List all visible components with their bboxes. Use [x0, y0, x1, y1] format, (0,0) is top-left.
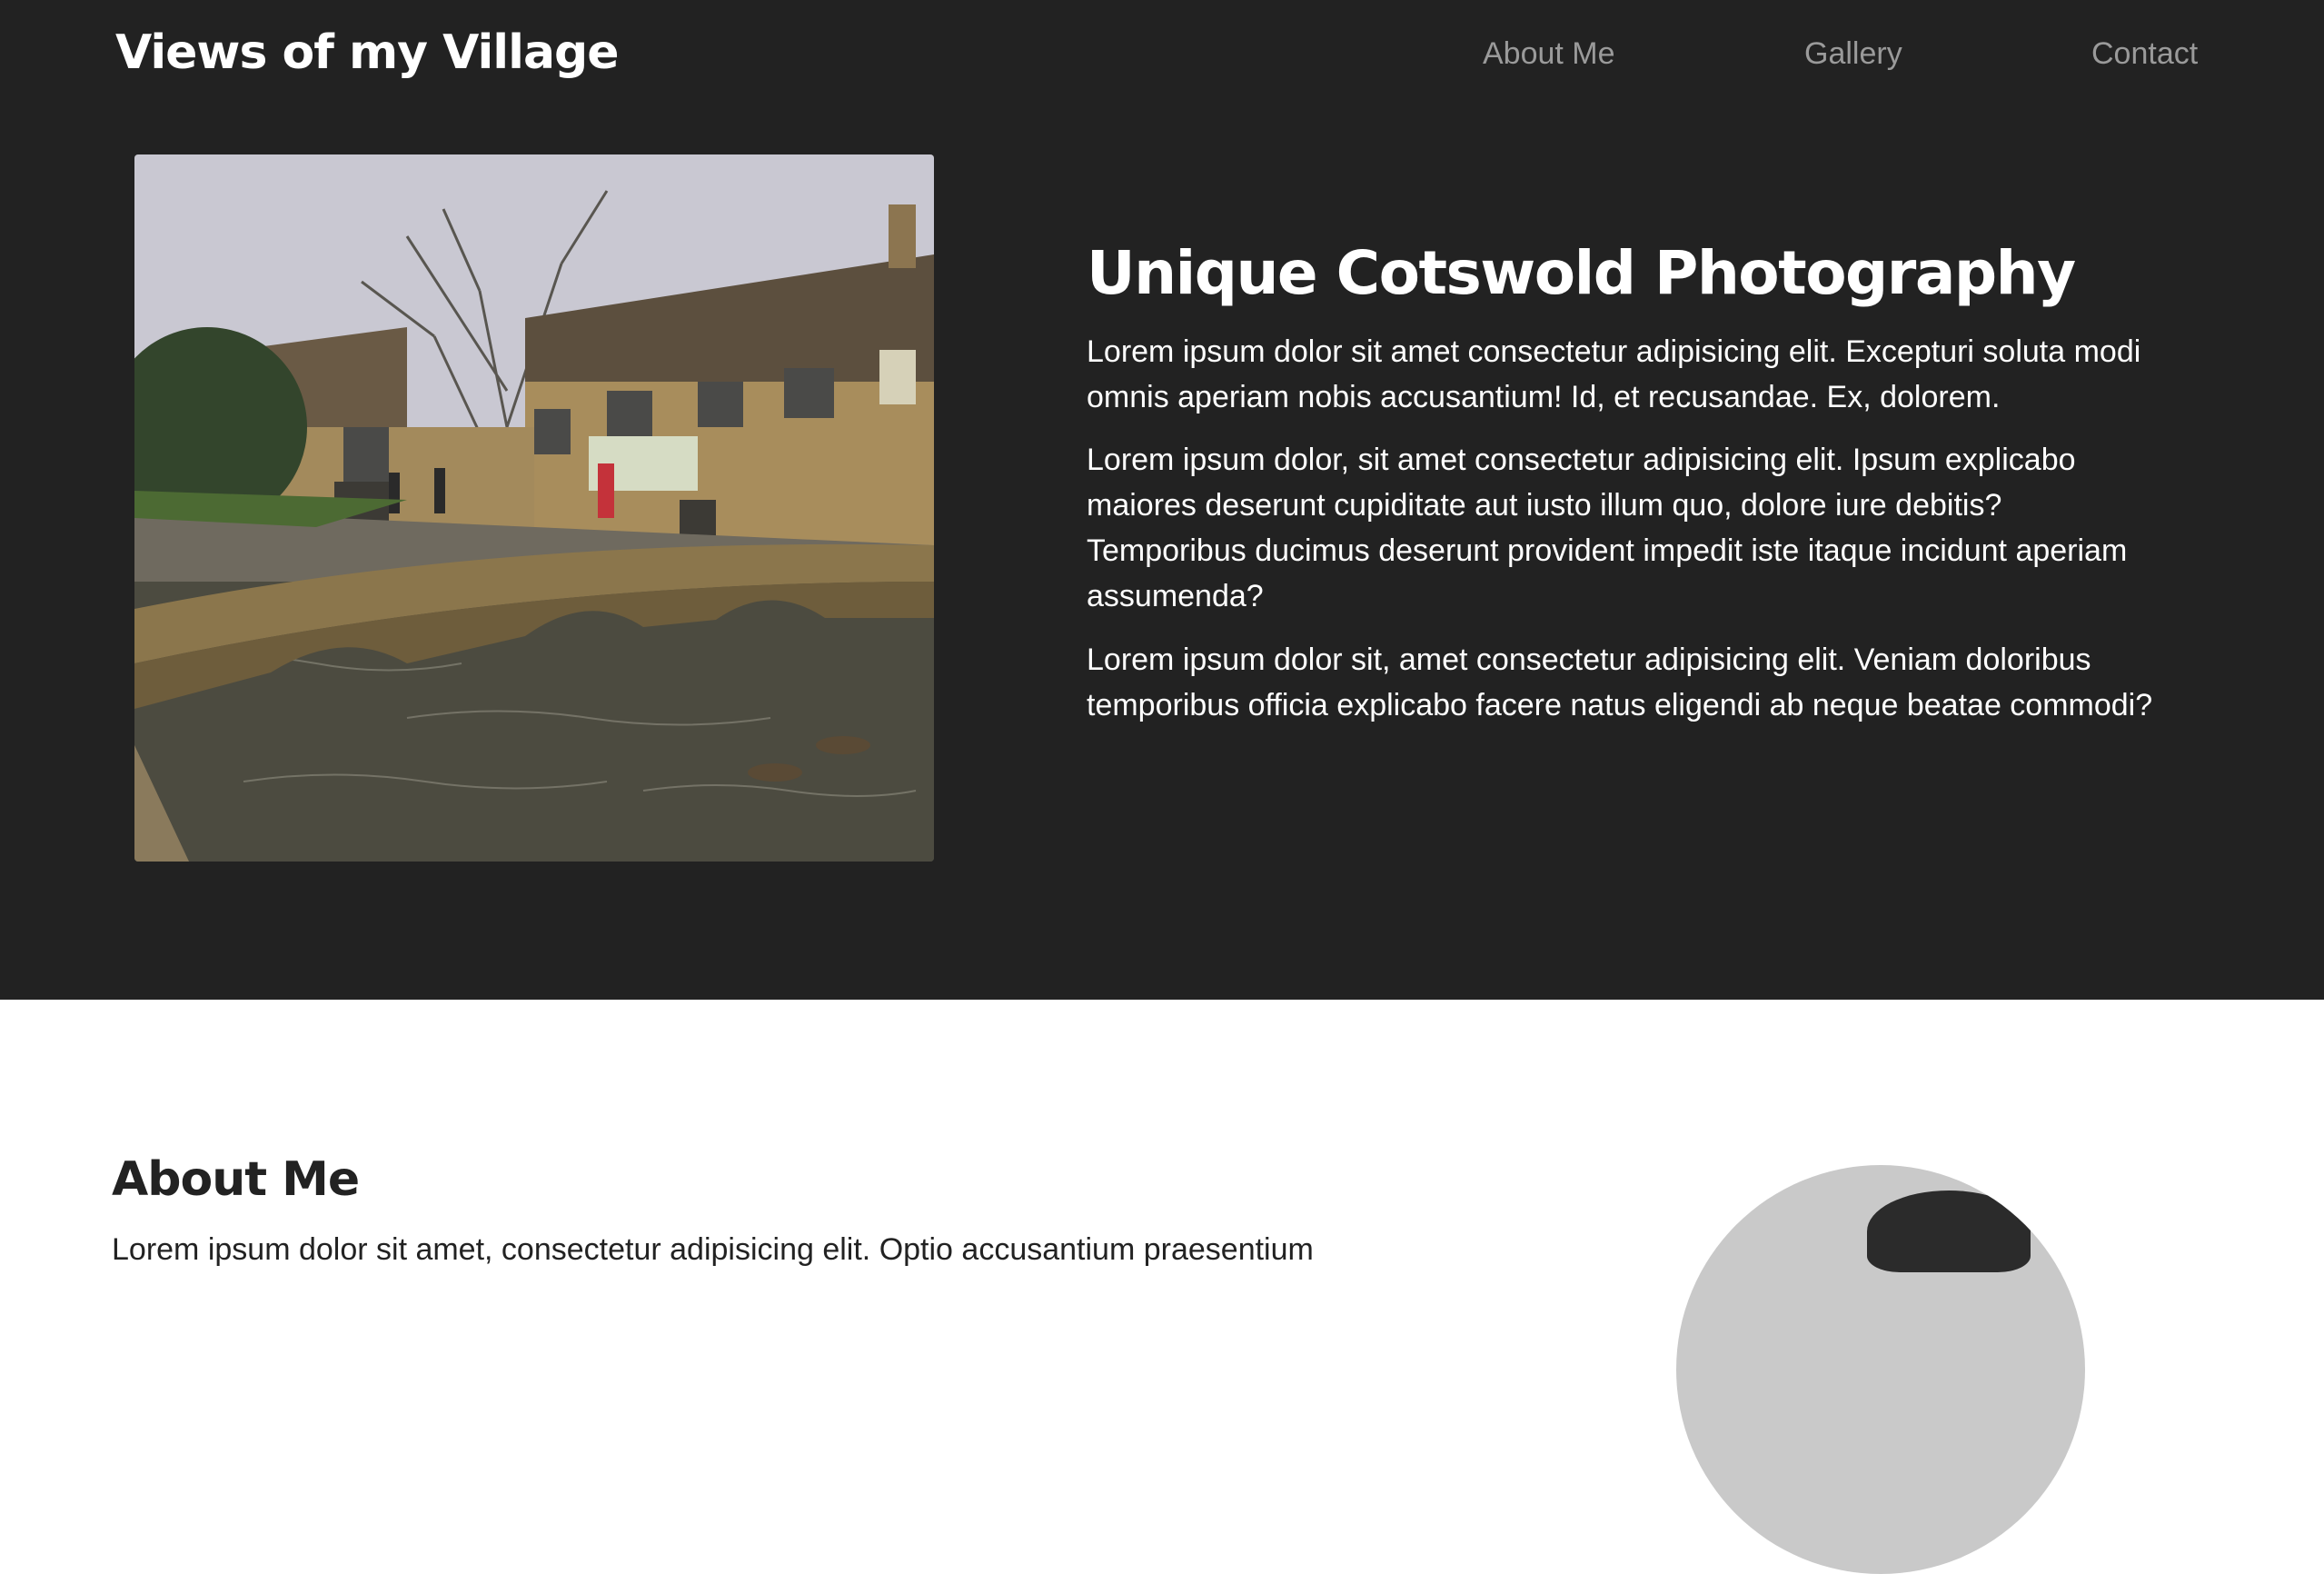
hero-paragraph-1: Lorem ipsum dolor sit amet consectetur a… [1087, 334, 2141, 414]
about-me-heading: About Me [112, 1152, 360, 1207]
hero-section: Views of my Village About Me Gallery Con… [0, 0, 2324, 1000]
nav-link-contact[interactable]: Contact [2091, 36, 2198, 72]
hero-paragraph-2: Lorem ipsum dolor, sit amet consectetur … [1087, 443, 2128, 613]
village-bridge-photo [134, 154, 934, 862]
about-me-text: Lorem ipsum dolor sit amet, consectetur … [112, 1232, 1314, 1267]
village-photo-illustration [134, 154, 934, 862]
hero-title: Unique Cotswold Photography [1087, 238, 2076, 308]
nav-link-gallery[interactable]: Gallery [1804, 36, 1902, 72]
nav-link-about-me[interactable]: About Me [1483, 36, 1615, 72]
site-brand[interactable]: Views of my Village [115, 25, 620, 80]
flat-cap-shape [1867, 1190, 2031, 1272]
author-portrait [1676, 1165, 2085, 1574]
hero-paragraph-3: Lorem ipsum dolor sit, amet consectetur … [1087, 643, 2153, 722]
